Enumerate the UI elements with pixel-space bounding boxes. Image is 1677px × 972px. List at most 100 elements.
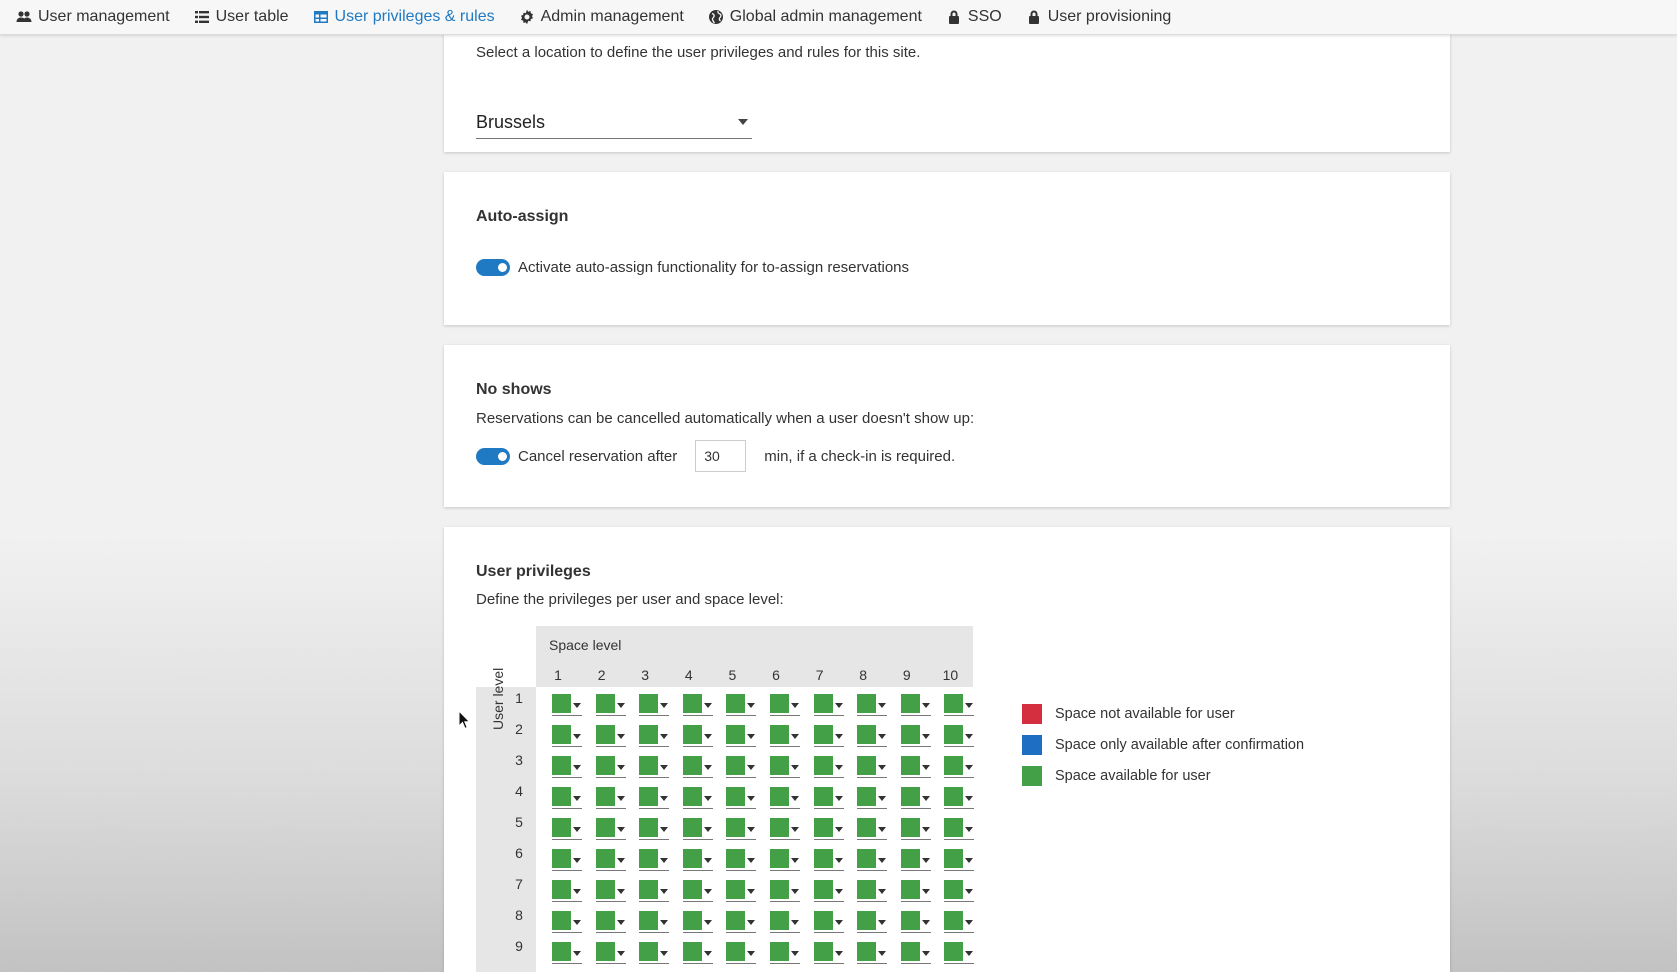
tab-user-provisioning[interactable]: User provisioning: [1026, 8, 1171, 26]
privilege-cell[interactable]: [682, 880, 713, 902]
privilege-cell[interactable]: [552, 942, 582, 964]
privilege-cell[interactable]: [900, 880, 931, 902]
privilege-cell[interactable]: [682, 694, 713, 716]
privilege-cell[interactable]: [944, 787, 975, 809]
tab-user-management[interactable]: User management: [16, 8, 170, 26]
privilege-cell[interactable]: [857, 911, 888, 933]
privilege-cell[interactable]: [770, 787, 800, 809]
privilege-cell[interactable]: [857, 725, 888, 747]
privilege-cell[interactable]: [900, 942, 931, 964]
privilege-cell[interactable]: [944, 911, 975, 933]
privilege-cell[interactable]: [726, 756, 757, 778]
privilege-cell[interactable]: [813, 911, 844, 933]
privilege-cell[interactable]: [944, 942, 975, 964]
tab-sso[interactable]: SSO: [946, 8, 1002, 26]
privilege-cell[interactable]: [813, 880, 844, 902]
privilege-cell[interactable]: [726, 694, 757, 716]
privilege-cell[interactable]: [682, 725, 713, 747]
privilege-cell[interactable]: [726, 880, 757, 902]
privilege-cell[interactable]: [770, 942, 800, 964]
cancel-reservation-toggle[interactable]: [476, 447, 510, 465]
privilege-cell[interactable]: [857, 694, 888, 716]
privilege-cell[interactable]: [770, 756, 800, 778]
privilege-cell[interactable]: [813, 818, 844, 840]
privilege-cell[interactable]: [944, 818, 975, 840]
privilege-cell[interactable]: [900, 818, 931, 840]
privilege-cell[interactable]: [726, 942, 757, 964]
privilege-cell[interactable]: [595, 849, 626, 871]
privilege-cell[interactable]: [770, 818, 800, 840]
privilege-cell[interactable]: [682, 787, 713, 809]
privilege-cell[interactable]: [682, 849, 713, 871]
privilege-cell[interactable]: [595, 725, 626, 747]
privilege-cell[interactable]: [726, 725, 757, 747]
privilege-cell[interactable]: [813, 694, 844, 716]
privilege-cell[interactable]: [552, 787, 582, 809]
privilege-cell[interactable]: [552, 756, 582, 778]
privilege-cell[interactable]: [639, 911, 670, 933]
privilege-cell[interactable]: [900, 694, 931, 716]
privilege-cell[interactable]: [900, 787, 931, 809]
tab-user-table[interactable]: User table: [194, 8, 289, 26]
privilege-cell[interactable]: [770, 694, 800, 716]
privilege-cell[interactable]: [857, 818, 888, 840]
privilege-cell[interactable]: [944, 725, 975, 747]
privilege-cell[interactable]: [857, 787, 888, 809]
privilege-cell[interactable]: [595, 880, 626, 902]
privilege-cell[interactable]: [682, 756, 713, 778]
location-select[interactable]: Brussels: [476, 106, 752, 139]
privilege-cell[interactable]: [726, 787, 757, 809]
privilege-cell[interactable]: [944, 756, 975, 778]
privilege-cell[interactable]: [900, 725, 931, 747]
privilege-cell[interactable]: [770, 725, 800, 747]
privilege-cell[interactable]: [682, 942, 713, 964]
privilege-cell[interactable]: [813, 849, 844, 871]
privilege-cell[interactable]: [944, 694, 975, 716]
privilege-cell[interactable]: [857, 849, 888, 871]
privilege-cell[interactable]: [639, 725, 670, 747]
privilege-cell[interactable]: [552, 911, 582, 933]
tab-user-privileges[interactable]: User privileges & rules: [313, 8, 495, 26]
privilege-cell[interactable]: [552, 880, 582, 902]
privilege-cell[interactable]: [900, 911, 931, 933]
privilege-cell[interactable]: [639, 880, 670, 902]
privilege-cell[interactable]: [595, 694, 626, 716]
privilege-cell[interactable]: [639, 942, 670, 964]
privilege-cell[interactable]: [726, 849, 757, 871]
privilege-cell[interactable]: [552, 818, 582, 840]
privilege-cell[interactable]: [770, 880, 800, 902]
privilege-cell[interactable]: [639, 694, 670, 716]
privilege-cell[interactable]: [900, 849, 931, 871]
privilege-cell[interactable]: [595, 818, 626, 840]
auto-assign-toggle[interactable]: [476, 259, 510, 276]
privilege-cell[interactable]: [944, 880, 975, 902]
privilege-cell[interactable]: [552, 849, 582, 871]
privilege-cell[interactable]: [682, 818, 713, 840]
privilege-cell[interactable]: [595, 787, 626, 809]
privilege-cell[interactable]: [770, 911, 800, 933]
privilege-cell[interactable]: [682, 911, 713, 933]
privilege-cell[interactable]: [857, 942, 888, 964]
tab-global-admin-management[interactable]: Global admin management: [708, 8, 922, 26]
cancel-minutes-input[interactable]: [695, 440, 747, 472]
privilege-cell[interactable]: [726, 911, 757, 933]
privilege-cell[interactable]: [857, 880, 888, 902]
privilege-cell[interactable]: [726, 818, 757, 840]
privilege-cell[interactable]: [639, 787, 670, 809]
privilege-cell[interactable]: [857, 756, 888, 778]
privilege-cell[interactable]: [552, 694, 582, 716]
privilege-cell[interactable]: [639, 756, 670, 778]
privilege-cell[interactable]: [639, 849, 670, 871]
privilege-cell[interactable]: [813, 756, 844, 778]
privilege-cell[interactable]: [595, 942, 626, 964]
privilege-cell[interactable]: [595, 911, 626, 933]
tab-admin-management[interactable]: Admin management: [519, 8, 684, 26]
privilege-cell[interactable]: [900, 756, 931, 778]
privilege-cell[interactable]: [595, 756, 626, 778]
privilege-cell[interactable]: [813, 787, 844, 809]
privilege-cell[interactable]: [639, 818, 670, 840]
privilege-cell[interactable]: [552, 725, 582, 747]
privilege-cell[interactable]: [944, 849, 975, 871]
privilege-cell[interactable]: [770, 849, 800, 871]
privilege-cell[interactable]: [813, 942, 844, 964]
